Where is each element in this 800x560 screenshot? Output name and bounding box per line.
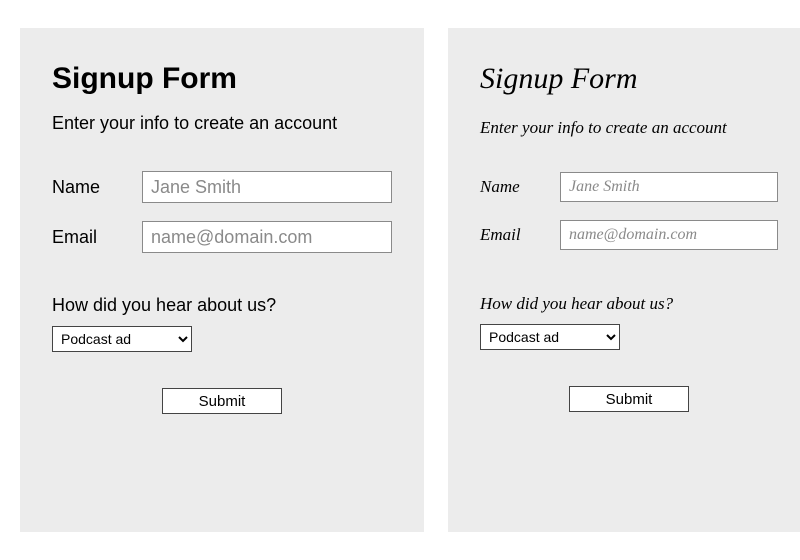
name-label: Name bbox=[480, 177, 560, 197]
name-row: Name bbox=[480, 172, 778, 202]
name-input[interactable] bbox=[142, 171, 392, 203]
email-row: Email bbox=[480, 220, 778, 250]
submit-wrap: Submit bbox=[52, 388, 392, 414]
referral-select[interactable]: Podcast ad bbox=[480, 324, 620, 350]
email-input[interactable] bbox=[142, 221, 392, 253]
submit-button[interactable]: Submit bbox=[569, 386, 689, 412]
email-label: Email bbox=[52, 227, 142, 248]
form-subtitle: Enter your info to create an account bbox=[480, 118, 778, 138]
name-input[interactable] bbox=[560, 172, 778, 202]
signup-form-sans: Signup Form Enter your info to create an… bbox=[20, 28, 424, 532]
email-input[interactable] bbox=[560, 220, 778, 250]
form-title: Signup Form bbox=[480, 62, 778, 96]
email-row: Email bbox=[52, 221, 392, 253]
submit-wrap: Submit bbox=[480, 386, 778, 412]
email-label: Email bbox=[480, 225, 560, 245]
referral-question: How did you hear about us? bbox=[480, 294, 778, 314]
referral-question: How did you hear about us? bbox=[52, 295, 392, 316]
form-title: Signup Form bbox=[52, 62, 392, 96]
name-row: Name bbox=[52, 171, 392, 203]
referral-select[interactable]: Podcast ad bbox=[52, 326, 192, 352]
signup-form-script: Signup Form Enter your info to create an… bbox=[448, 28, 800, 532]
form-subtitle: Enter your info to create an account bbox=[52, 112, 392, 135]
name-label: Name bbox=[52, 177, 142, 198]
submit-button[interactable]: Submit bbox=[162, 388, 282, 414]
